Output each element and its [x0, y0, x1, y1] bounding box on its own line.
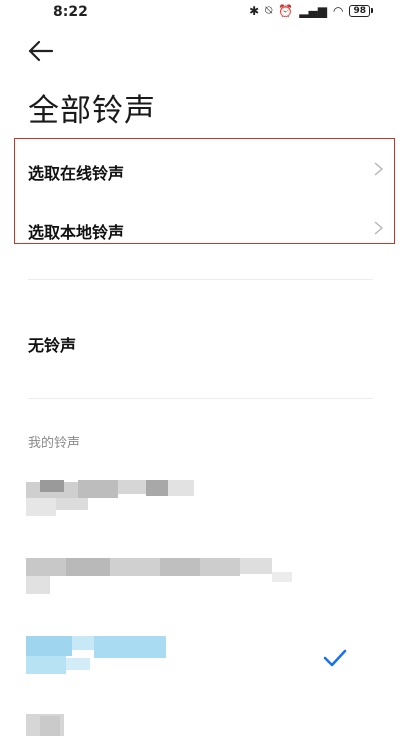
alarm-icon: ⏰ [278, 3, 294, 18]
option-local-label: 选取本地铃声 [28, 223, 125, 242]
divider [28, 279, 373, 280]
option-local-ringtone[interactable]: 选取本地铃声 [28, 203, 385, 255]
option-no-ringtone[interactable]: 无铃声 [28, 316, 385, 368]
signal-icon: ▂▄▆ [299, 3, 327, 18]
chevron-right-icon [374, 221, 384, 235]
ringtone-item[interactable] [0, 552, 413, 602]
ringtone-item[interactable] [0, 470, 413, 526]
status-icons: ✱ ⍉ ⏰ ▂▄▆ ◠ 98 [249, 3, 373, 18]
divider [28, 398, 373, 399]
option-online-ringtone[interactable]: 选取在线铃声 [28, 144, 385, 196]
back-button[interactable] [26, 38, 56, 64]
chevron-right-icon [374, 162, 384, 176]
mute-icon: ⍉ [265, 3, 273, 17]
battery-icon: 98 [349, 4, 373, 17]
bluetooth-icon: ✱ [249, 3, 260, 18]
my-ringtones-header: 我的铃声 [28, 436, 81, 451]
wifi-icon: ◠ [332, 3, 344, 18]
arrow-left-icon [28, 40, 54, 62]
battery-level: 98 [349, 4, 370, 17]
status-time: 8:22 [53, 4, 88, 20]
ringtone-item[interactable] [0, 708, 413, 739]
status-bar: 8:22 ✱ ⍉ ⏰ ▂▄▆ ◠ 98 [0, 0, 413, 26]
page-title: 全部铃声 [28, 93, 156, 129]
ringtone-item-selected[interactable] [0, 630, 413, 682]
option-online-label: 选取在线铃声 [28, 164, 125, 183]
check-icon [323, 649, 347, 667]
no-ringtone-label: 无铃声 [28, 336, 77, 355]
